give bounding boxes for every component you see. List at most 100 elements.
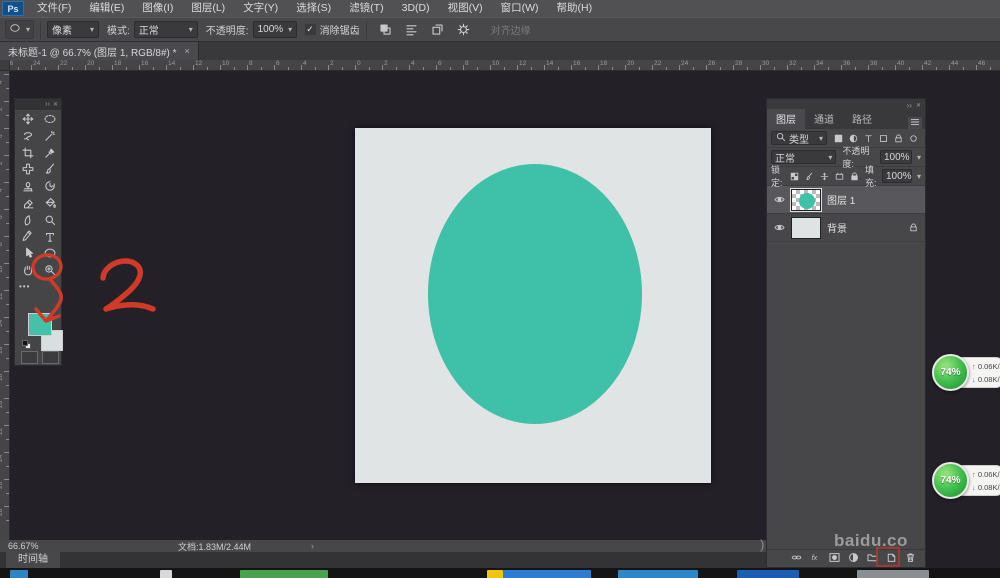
lock-paint-icon[interactable] — [802, 169, 817, 183]
eraser-tool[interactable] — [17, 195, 39, 211]
move-tool[interactable] — [17, 111, 39, 127]
smudge-tool[interactable] — [17, 212, 39, 228]
gear-icon[interactable] — [454, 21, 474, 39]
lock-all-icon[interactable] — [847, 169, 862, 183]
shape-filter-icon[interactable] — [876, 131, 891, 145]
lock-pixels-icon[interactable] — [787, 169, 802, 183]
healing-brush-tool[interactable] — [17, 161, 39, 177]
menu-item-7[interactable]: 3D(D) — [393, 0, 439, 17]
layer-thumbnail[interactable] — [791, 217, 821, 239]
timeline-tab[interactable]: 时间轴 — [6, 552, 60, 568]
taskbar-app-5[interactable] — [503, 570, 591, 578]
taskbar-app-3[interactable] — [240, 570, 328, 578]
layer-visibility-icon[interactable] — [771, 193, 787, 206]
menu-item-5[interactable]: 选择(S) — [287, 0, 340, 17]
taskbar-app-2[interactable] — [160, 570, 172, 578]
layer-filter-select[interactable]: 类型 ▾ — [771, 131, 827, 145]
memory-percent-ball[interactable]: 74% — [932, 354, 969, 391]
ellipse-shape-tool[interactable] — [39, 245, 61, 261]
crop-tool[interactable] — [17, 145, 39, 161]
ruler-tick — [571, 65, 572, 70]
speed-badge-2[interactable]: ↑ 0.06K/s ↓ 0.08K/s 74% — [932, 462, 1000, 500]
layers-panel-tab-0[interactable]: 图层 — [767, 109, 805, 129]
path-arrange-icon[interactable] — [428, 21, 448, 39]
status-expand-icon[interactable]: › — [311, 541, 314, 551]
dodge-tool[interactable] — [39, 212, 61, 228]
upload-arrow-icon: ↑ — [972, 470, 976, 479]
layer-thumbnail[interactable] — [791, 189, 821, 211]
layers-opacity-select[interactable]: 100% — [880, 150, 912, 164]
smart-filter-icon[interactable] — [891, 131, 906, 145]
lasso-tool[interactable] — [17, 128, 39, 144]
ruler-tick — [517, 65, 518, 70]
close-panel-icon[interactable]: ✕ — [53, 101, 58, 108]
screen-mode-button[interactable] — [42, 351, 59, 364]
layers-panel-tab-1[interactable]: 通道 — [805, 109, 843, 129]
ruler-tick — [139, 65, 140, 70]
collapse-panel-icon[interactable]: ›› — [45, 101, 50, 108]
taskbar-app-8[interactable] — [857, 570, 929, 578]
more-tools-button[interactable]: ••• — [19, 282, 30, 291]
zoom-level[interactable]: 66.67% — [8, 541, 68, 551]
adjustment-filter-icon[interactable] — [846, 131, 861, 145]
menu-item-0[interactable]: 文件(F) — [28, 0, 80, 17]
upload-arrow-icon: ↑ — [972, 362, 976, 371]
brush-tool[interactable] — [39, 161, 61, 177]
taskbar-app-1[interactable] — [10, 570, 28, 578]
ruler-tick — [733, 65, 734, 70]
menu-item-1[interactable]: 编辑(E) — [80, 0, 133, 17]
layer-row-1[interactable]: 背景 — [767, 214, 925, 242]
document-canvas[interactable] — [355, 128, 711, 483]
lock-fill-row: 锁定: 填充: 100% ▾ — [767, 167, 925, 186]
taskbar-app-4[interactable] — [487, 570, 503, 578]
type-tool[interactable] — [39, 229, 61, 245]
lock-move-icon[interactable] — [817, 169, 832, 183]
zoom-tool[interactable] — [39, 262, 61, 278]
taskbar-app-6[interactable] — [618, 570, 698, 578]
panel-menu-icon[interactable] — [908, 117, 922, 129]
type-filter-icon[interactable] — [861, 131, 876, 145]
close-panel-icon[interactable]: ✕ — [916, 102, 921, 109]
layer-row-0[interactable]: 图层 1 — [767, 186, 925, 214]
close-tab-icon[interactable]: × — [185, 46, 190, 56]
menu-item-2[interactable]: 图像(I) — [133, 0, 182, 17]
antialias-checkbox[interactable]: ✓ — [305, 24, 316, 35]
tool-preset-picker[interactable]: ▾ — [5, 20, 34, 39]
ruler-label: 14 — [168, 60, 175, 67]
collapse-panel-icon[interactable]: ›› — [907, 101, 912, 110]
menu-item-4[interactable]: 文字(Y) — [234, 0, 287, 17]
eyedropper-tool[interactable] — [39, 145, 61, 161]
document-tab[interactable]: 未标题-1 @ 66.7% (图层 1, RGB/8#) * × — [0, 42, 199, 60]
memory-percent-ball[interactable]: 74% — [932, 462, 969, 499]
paint-bucket-tool[interactable] — [39, 195, 61, 211]
menu-item-6[interactable]: 滤镜(T) — [340, 0, 392, 17]
speed-badge-1[interactable]: ↑ 0.06K/s ↓ 0.08K/s 74% — [932, 354, 1000, 392]
path-selection-tool[interactable] — [17, 245, 39, 261]
filter-toggle-icon[interactable] — [906, 131, 921, 145]
layer-visibility-icon[interactable] — [771, 221, 787, 234]
default-colors-icon[interactable] — [22, 340, 31, 349]
foreground-color-swatch[interactable] — [28, 313, 52, 336]
history-brush-tool[interactable] — [39, 178, 61, 194]
taskbar-app-7[interactable] — [737, 570, 799, 578]
menu-item-9[interactable]: 窗口(W) — [492, 0, 548, 17]
menu-item-8[interactable]: 视图(V) — [439, 0, 492, 17]
draw-mode-select[interactable]: 像素▾ — [47, 21, 99, 38]
lock-artboard-icon[interactable] — [832, 169, 847, 183]
hand-tool[interactable] — [17, 262, 39, 278]
path-align-icon[interactable] — [402, 21, 422, 39]
layers-panel-tab-2[interactable]: 路径 — [843, 109, 881, 129]
shape-combine-icon[interactable] — [376, 21, 396, 39]
menu-item-10[interactable]: 帮助(H) — [548, 0, 602, 17]
opacity-select[interactable]: 100%▾ — [253, 21, 297, 38]
magic-wand-tool[interactable] — [39, 128, 61, 144]
blend-mode-select[interactable]: 正常▾ — [134, 21, 198, 38]
pen-tool[interactable] — [17, 229, 39, 245]
marquee-tool[interactable] — [39, 111, 61, 127]
menu-item-3[interactable]: 图层(L) — [182, 0, 234, 17]
quick-mask-button[interactable] — [21, 351, 38, 364]
fill-select[interactable]: 100% — [882, 169, 912, 183]
layers-blend-mode-select[interactable]: 正常▾ — [771, 150, 836, 164]
clone-stamp-tool[interactable] — [17, 178, 39, 194]
pixel-filter-icon[interactable] — [831, 131, 846, 145]
